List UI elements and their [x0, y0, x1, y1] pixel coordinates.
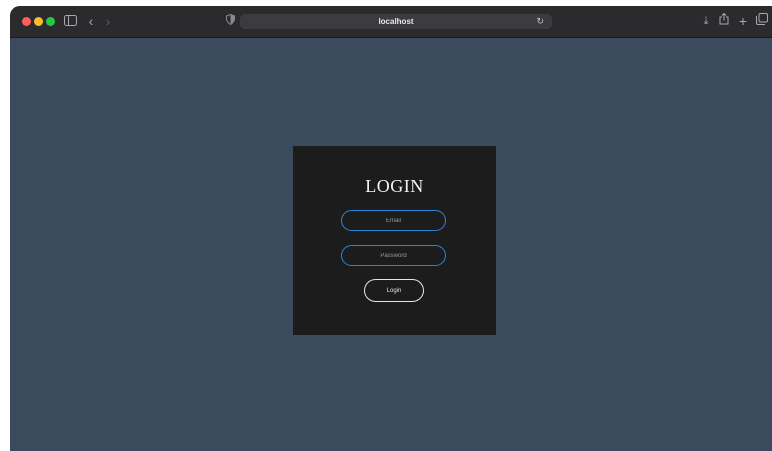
tabs-overview-icon[interactable] [755, 13, 769, 29]
share-icon[interactable] [718, 12, 730, 29]
page-viewport: LOGIN Login [10, 38, 772, 451]
password-field[interactable] [341, 245, 446, 266]
close-window-button[interactable] [22, 17, 31, 26]
chevron-right-icon[interactable]: › [103, 13, 113, 29]
plus-icon[interactable]: + [737, 13, 749, 29]
email-field[interactable] [341, 210, 446, 231]
browser-window: ‹ › localhost ↻ ⤓ + LOGIN Login [10, 6, 772, 451]
download-icon[interactable]: ⤓ [700, 13, 712, 29]
browser-toolbar: ‹ › localhost ↻ ⤓ + [10, 6, 772, 38]
shield-icon[interactable] [224, 13, 236, 29]
login-button[interactable]: Login [364, 279, 424, 302]
sidebar-icon[interactable] [64, 13, 78, 29]
url-text: localhost [378, 17, 414, 26]
login-title: LOGIN [365, 176, 424, 196]
login-card: LOGIN Login [293, 146, 496, 335]
zoom-window-button[interactable] [46, 17, 55, 26]
address-bar[interactable]: localhost ↻ [240, 14, 552, 29]
minimize-window-button[interactable] [34, 17, 43, 26]
chevron-left-icon[interactable]: ‹ [86, 13, 96, 29]
reload-icon[interactable]: ↻ [536, 14, 544, 29]
